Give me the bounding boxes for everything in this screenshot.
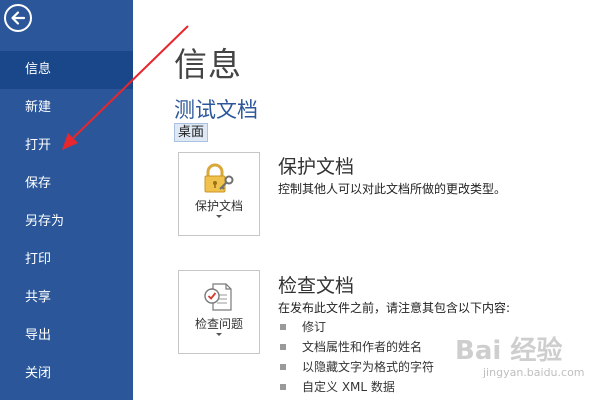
nav-item-new[interactable]: 新建 — [0, 89, 133, 127]
protect-document-description: 控制其他人可以对此文档所做的更改类型。 — [278, 182, 507, 196]
inspect-list-item: 以隐藏文字为格式的字符 — [280, 358, 434, 376]
watermark-logo-text: Bai 经验 — [455, 336, 563, 366]
document-location[interactable]: 桌面 — [174, 123, 209, 142]
nav-item-share[interactable]: 共享 — [0, 279, 133, 317]
bullet-icon — [280, 343, 286, 350]
nav-item-open[interactable]: 打开 — [0, 127, 133, 165]
nav-item-print[interactable]: 打印 — [0, 241, 133, 279]
watermark: Bai 经验 jingyan.baidu.com — [455, 326, 595, 396]
bullet-icon — [280, 363, 286, 370]
nav-item-export[interactable]: 导出 — [0, 317, 133, 355]
nav-item-save-as[interactable]: 另存为 — [0, 203, 133, 241]
protect-document-title: 保护文档 — [278, 156, 355, 178]
arrow-left-icon — [11, 11, 26, 25]
document-name: 测试文档 — [174, 98, 258, 122]
lock-key-icon — [204, 163, 234, 193]
check-for-issues-button[interactable]: 检查问题 — [178, 270, 260, 354]
back-button[interactable] — [4, 4, 32, 32]
inspect-document-description: 在发布此文件之前，请注意其包含以下内容: — [278, 301, 511, 315]
bullet-icon — [280, 383, 286, 390]
inspect-document-title: 检查文档 — [278, 275, 355, 297]
inspect-list-item: 文档属性和作者的姓名 — [280, 338, 422, 356]
bullet-icon — [280, 323, 286, 330]
chevron-down-icon — [216, 333, 222, 336]
page-title: 信息 — [174, 45, 242, 84]
inspect-list-item: 修订 — [280, 318, 326, 336]
backstage-sidebar: 信息 新建 打开 保存 另存为 打印 共享 导出 关闭 — [0, 0, 133, 400]
inspect-document-icon — [204, 283, 232, 311]
protect-document-button[interactable]: 保护文档 — [178, 152, 260, 236]
check-for-issues-button-label: 检查问题 — [194, 317, 243, 331]
inspect-list-item: 自定义 XML 数据 — [280, 378, 395, 396]
nav-item-close[interactable]: 关闭 — [0, 355, 133, 393]
watermark-url: jingyan.baidu.com — [483, 366, 585, 379]
protect-document-button-label: 保护文档 — [194, 199, 243, 213]
chevron-down-icon — [216, 215, 222, 218]
nav-item-info[interactable]: 信息 — [0, 51, 133, 89]
nav-item-save[interactable]: 保存 — [0, 165, 133, 203]
